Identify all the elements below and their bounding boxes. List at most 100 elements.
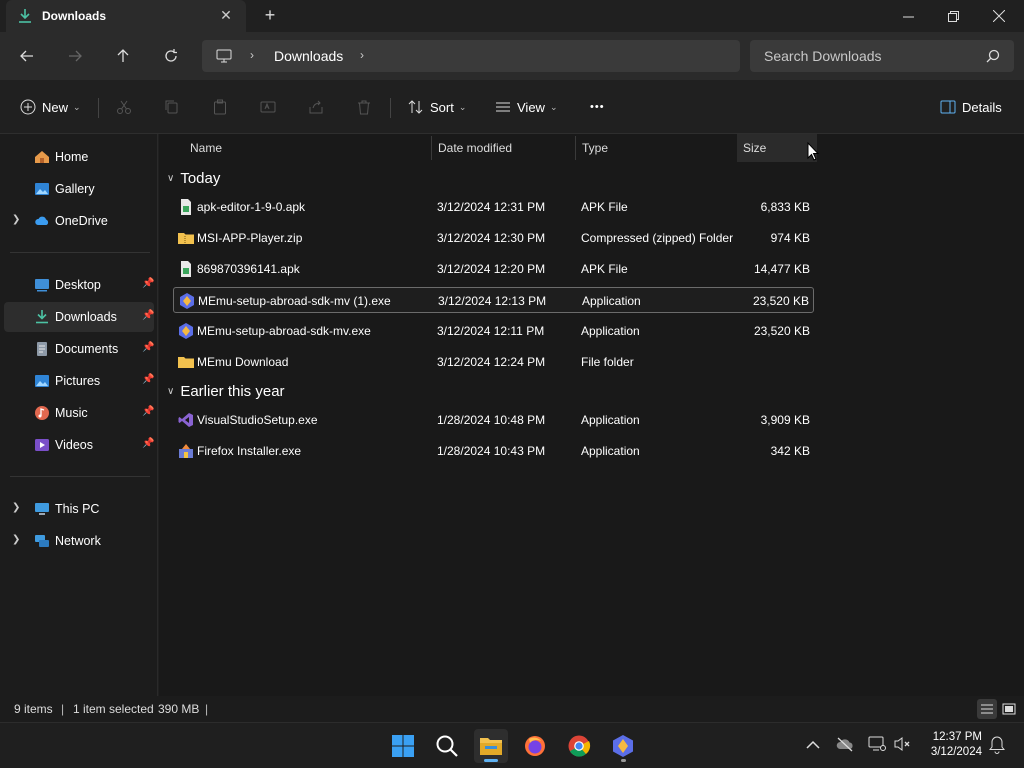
sidebar-item-downloads[interactable]: Downloads 📌 (4, 302, 154, 332)
table-row[interactable]: apk-editor-1-9-0.apk 3/12/2024 12:31 PM … (173, 194, 814, 220)
view-button[interactable]: View ⌄ (495, 94, 558, 120)
search-input[interactable]: Search Downloads (764, 48, 882, 64)
table-row[interactable]: MSI-APP-Player.zip 3/12/2024 12:30 PM Co… (173, 225, 814, 251)
status-bar: 9 items | 1 item selected 390 MB | (0, 696, 1024, 722)
close-tab-icon[interactable]: ✕ (218, 7, 234, 23)
column-divider[interactable] (431, 136, 432, 160)
onedrive-offline-icon[interactable] (836, 736, 854, 752)
document-icon (37, 342, 47, 356)
group-header-today[interactable]: ∨ Today (167, 166, 220, 190)
sort-button[interactable]: Sort ⌄ (408, 94, 466, 120)
cloud-icon (35, 216, 49, 225)
restore-button[interactable] (930, 0, 976, 32)
firefox-taskbar-button[interactable] (518, 729, 552, 763)
start-button[interactable] (386, 729, 420, 763)
display-icon[interactable] (868, 736, 886, 752)
details-button[interactable]: Details (940, 94, 1002, 120)
sort-icon (408, 100, 423, 114)
file-explorer-taskbar-button[interactable] (474, 729, 508, 763)
more-options-button[interactable]: ••• (590, 94, 605, 120)
arrow-left-icon (20, 50, 33, 62)
memu-app-icon (613, 735, 633, 757)
chevron-up-icon[interactable] (806, 740, 820, 750)
sidebar-item-videos[interactable]: Videos 📌 (4, 430, 154, 460)
download-icon (36, 310, 48, 324)
search-icon (986, 49, 1000, 63)
running-indicator (621, 759, 626, 762)
minimize-button[interactable] (885, 0, 931, 32)
paste-button[interactable] (212, 94, 228, 120)
table-row[interactable]: Firefox Installer.exe 1/28/2024 10:43 PM… (173, 438, 814, 464)
volume-muted-icon[interactable] (894, 736, 912, 752)
table-row[interactable]: 869870396141.apk 3/12/2024 12:20 PM APK … (173, 256, 814, 282)
column-header-name[interactable]: Name (190, 134, 430, 162)
table-row[interactable]: MEmu-setup-abroad-sdk-mv.exe 3/12/2024 1… (173, 318, 814, 344)
close-window-button[interactable] (976, 0, 1022, 32)
sidebar-item-network[interactable]: ❯ Network (4, 526, 154, 556)
new-button[interactable]: New ⌄ (20, 94, 81, 120)
notification-bell-icon[interactable] (989, 736, 1005, 754)
chevron-down-icon: ⌄ (549, 101, 558, 112)
sidebar-item-gallery[interactable]: Gallery (4, 174, 154, 204)
address-bar[interactable]: › Downloads › (202, 40, 740, 72)
up-button[interactable] (110, 44, 136, 68)
chevron-down-icon: ∨ (167, 172, 175, 184)
breadcrumb-separator[interactable]: › (360, 48, 364, 62)
column-header-type[interactable]: Type (582, 134, 732, 162)
selection-count: 1 item selected (73, 702, 154, 716)
table-row[interactable]: VisualStudioSetup.exe 1/28/2024 10:48 PM… (173, 407, 814, 433)
tiles-view-button[interactable] (999, 699, 1019, 719)
breadcrumb-downloads[interactable]: Downloads (274, 48, 343, 64)
details-view-button[interactable] (977, 699, 997, 719)
sidebar-item-desktop[interactable]: Desktop 📌 (4, 270, 154, 300)
minimize-icon (902, 16, 914, 17)
view-list-icon (496, 102, 510, 112)
divider (98, 98, 99, 118)
refresh-button[interactable] (158, 44, 184, 68)
pin-icon[interactable]: 📌 (142, 406, 154, 417)
column-divider[interactable] (575, 136, 576, 160)
memu-taskbar-button[interactable] (606, 729, 640, 763)
share-button[interactable] (308, 94, 324, 120)
music-icon (35, 406, 49, 420)
chevron-right-icon[interactable]: ❯ (12, 502, 20, 513)
taskbar-clock[interactable]: 12:37 PM 3/12/2024 (920, 730, 982, 760)
sidebar-item-this-pc[interactable]: ❯ This PC (4, 494, 154, 524)
sidebar-item-music[interactable]: Music 📌 (4, 398, 154, 428)
divider (10, 252, 150, 253)
pin-icon[interactable]: 📌 (142, 374, 154, 385)
column-header-date[interactable]: Date modified (438, 134, 573, 162)
tab-downloads[interactable]: Downloads ✕ (6, 0, 246, 32)
details-pane-icon (940, 100, 956, 114)
share-icon (309, 100, 323, 114)
pin-icon[interactable]: 📌 (142, 278, 154, 289)
chevron-right-icon[interactable]: ❯ (12, 214, 20, 225)
pin-icon[interactable]: 📌 (142, 310, 154, 321)
apk-file-icon (181, 261, 191, 277)
new-tab-button[interactable]: + (260, 6, 280, 26)
pin-icon[interactable]: 📌 (142, 438, 154, 449)
table-row[interactable]: MEmu Download 3/12/2024 12:24 PM File fo… (173, 349, 814, 375)
visual-studio-icon (178, 413, 193, 427)
back-button[interactable] (14, 44, 40, 68)
delete-button[interactable] (356, 94, 372, 120)
sidebar-item-onedrive[interactable]: ❯ OneDrive (4, 206, 154, 236)
cut-button[interactable] (116, 94, 132, 120)
copy-button[interactable] (164, 94, 180, 120)
videos-icon (35, 439, 49, 451)
sidebar-item-pictures[interactable]: Pictures 📌 (4, 366, 154, 396)
search-button[interactable] (430, 729, 464, 763)
pin-icon[interactable]: 📌 (142, 342, 154, 353)
chevron-right-icon[interactable]: ❯ (12, 534, 20, 545)
search-box[interactable]: Search Downloads (750, 40, 1014, 72)
forward-button[interactable] (62, 44, 88, 68)
group-header-earlier[interactable]: ∨ Earlier this year (167, 379, 285, 403)
column-header-size[interactable]: Size (737, 134, 817, 162)
rename-button[interactable] (260, 94, 276, 120)
sidebar-item-home[interactable]: Home (4, 142, 154, 172)
chrome-taskbar-button[interactable] (562, 729, 596, 763)
sidebar-item-documents[interactable]: Documents 📌 (4, 334, 154, 364)
active-indicator (484, 759, 498, 762)
table-row-selected[interactable]: MEmu-setup-abroad-sdk-mv (1).exe 3/12/20… (173, 287, 814, 313)
breadcrumb-separator[interactable]: › (250, 48, 254, 62)
